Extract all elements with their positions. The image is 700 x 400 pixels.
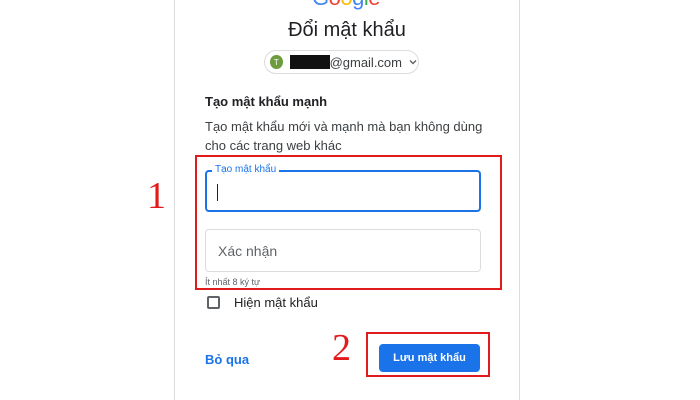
logo-letter: G [312, 0, 329, 9]
page-title: Đổi mật khẩu [288, 19, 406, 41]
annotation-number-2: 2 [332, 327, 351, 369]
logo-letter: o [329, 0, 341, 9]
logo-letter: g [352, 0, 364, 9]
email-domain: @gmail.com [329, 54, 402, 70]
avatar: T [270, 55, 283, 69]
password-hint: Ít nhất 8 ký tự [205, 277, 261, 287]
password-field-label: Tạo mật khẩu [212, 164, 280, 175]
annotation-number-1: 1 [147, 175, 166, 217]
show-password-label[interactable]: Hiện mật khẩu [234, 295, 318, 310]
redacted-username [289, 55, 330, 69]
save-password-button[interactable]: Lưu mật khẩu [379, 344, 480, 372]
text-caret [217, 184, 218, 201]
section-description: Tạo mật khẩu mới và mạnh mà bạn không dù… [205, 119, 483, 153]
google-logo: Google [312, 0, 392, 9]
chevron-down-icon [408, 57, 418, 67]
confirm-password-placeholder: Xác nhận [218, 243, 278, 259]
logo-letter: e [368, 0, 380, 9]
show-password-checkbox[interactable] [207, 296, 220, 309]
section-title: Tạo mật khẩu mạnh [205, 94, 328, 109]
logo-letter: o [340, 0, 352, 9]
account-chip[interactable]: T @gmail.com [264, 50, 419, 74]
skip-link[interactable]: Bỏ qua [205, 352, 249, 367]
password-field[interactable] [205, 170, 481, 212]
